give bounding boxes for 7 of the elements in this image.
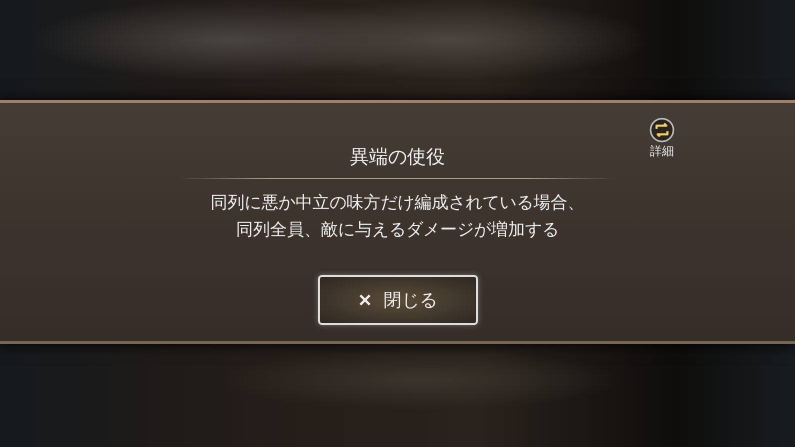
description-text: 同列に悪か中立の味方だけ編成されている場合、 [210, 193, 584, 214]
close-button[interactable]: 閉じる [318, 275, 478, 325]
detail-button[interactable]: 詳細 [649, 117, 675, 160]
close-icon [358, 293, 372, 307]
dialog-title: 異端の使役 [350, 145, 445, 170]
cycle-icon [649, 117, 675, 143]
description-text: 同列全員、敵に与えるダメージが増加する [236, 220, 559, 241]
